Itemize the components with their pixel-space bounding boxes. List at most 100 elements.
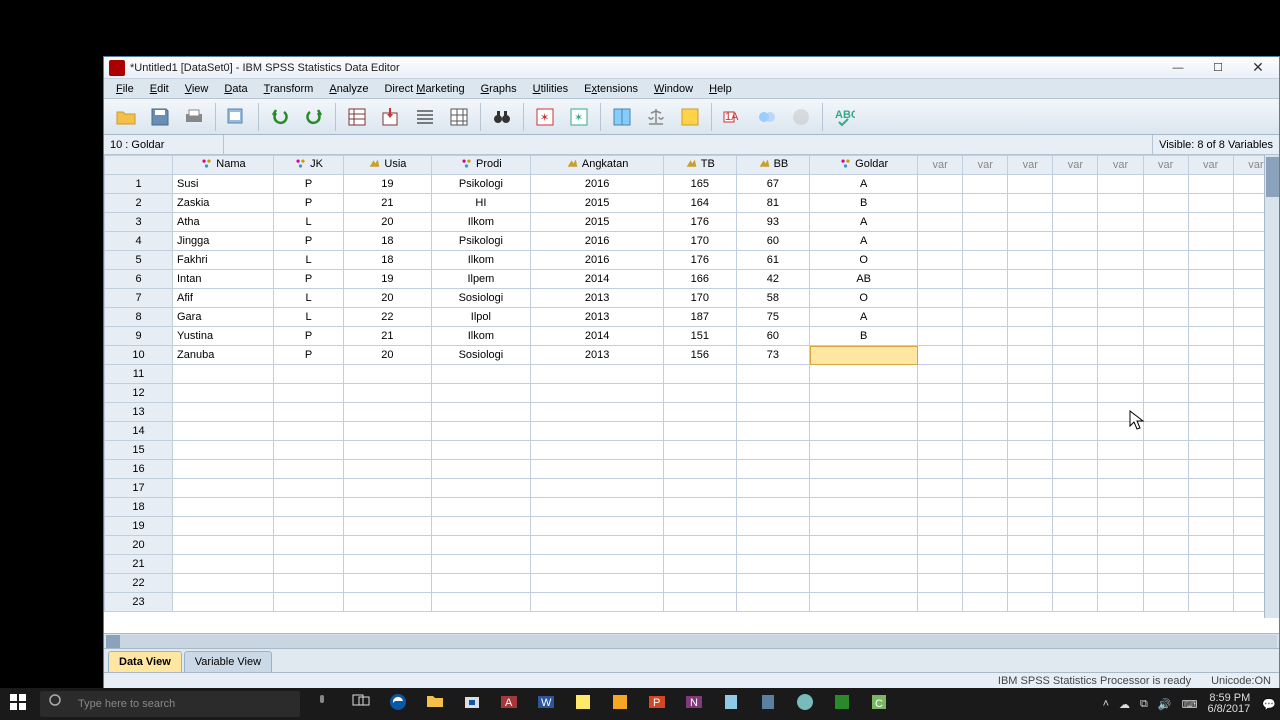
cell[interactable]: AB bbox=[810, 270, 918, 289]
cell[interactable]: 176 bbox=[664, 251, 737, 270]
cell[interactable] bbox=[1053, 555, 1098, 574]
cell[interactable] bbox=[531, 517, 664, 536]
row-header[interactable]: 5 bbox=[105, 251, 173, 270]
cell[interactable] bbox=[1008, 327, 1053, 346]
store-icon[interactable] bbox=[456, 689, 492, 719]
cell[interactable]: Ilkom bbox=[431, 327, 531, 346]
menu-graphs[interactable]: Graphs bbox=[473, 83, 525, 95]
cell[interactable] bbox=[173, 593, 274, 612]
cell[interactable] bbox=[1188, 517, 1233, 536]
access-icon[interactable]: A bbox=[493, 689, 529, 719]
cell[interactable] bbox=[173, 365, 274, 384]
app-icon-1[interactable] bbox=[604, 689, 640, 719]
use-sets-button[interactable] bbox=[751, 101, 783, 133]
cell[interactable] bbox=[173, 517, 274, 536]
cell[interactable]: 170 bbox=[664, 289, 737, 308]
cell[interactable] bbox=[344, 593, 431, 612]
cell[interactable] bbox=[1143, 289, 1188, 308]
titlebar[interactable]: *Untitled1 [DataSet0] - IBM SPSS Statist… bbox=[104, 57, 1279, 79]
cell[interactable] bbox=[918, 194, 963, 213]
tab-data-view[interactable]: Data View bbox=[108, 651, 182, 672]
cell[interactable]: 20 bbox=[344, 346, 431, 365]
cell[interactable] bbox=[531, 422, 664, 441]
column-header-var[interactable]: var bbox=[1143, 156, 1188, 175]
cell[interactable] bbox=[963, 232, 1008, 251]
cell[interactable] bbox=[963, 365, 1008, 384]
cell[interactable] bbox=[531, 460, 664, 479]
cell[interactable]: Jingga bbox=[173, 232, 274, 251]
row-header[interactable]: 17 bbox=[105, 479, 173, 498]
dialog-recall-button[interactable] bbox=[221, 101, 253, 133]
cell[interactable] bbox=[531, 479, 664, 498]
cell[interactable] bbox=[1098, 593, 1143, 612]
cell[interactable] bbox=[431, 536, 531, 555]
column-header-goldar[interactable]: Goldar bbox=[810, 156, 918, 175]
cell[interactable] bbox=[918, 365, 963, 384]
cell[interactable] bbox=[273, 498, 343, 517]
cell[interactable]: Gara bbox=[173, 308, 274, 327]
row-header[interactable]: 7 bbox=[105, 289, 173, 308]
cell[interactable] bbox=[918, 327, 963, 346]
cell[interactable]: 93 bbox=[736, 213, 810, 232]
cell[interactable] bbox=[810, 555, 918, 574]
column-header-var[interactable]: var bbox=[918, 156, 963, 175]
cell[interactable] bbox=[918, 346, 963, 365]
cell[interactable] bbox=[810, 517, 918, 536]
menu-file[interactable]: File bbox=[108, 83, 142, 95]
cell[interactable] bbox=[918, 251, 963, 270]
cell[interactable] bbox=[1143, 175, 1188, 194]
cell[interactable] bbox=[1188, 308, 1233, 327]
cell[interactable]: 156 bbox=[664, 346, 737, 365]
cell[interactable]: 2016 bbox=[531, 175, 664, 194]
row-header[interactable]: 4 bbox=[105, 232, 173, 251]
cell[interactable] bbox=[1053, 498, 1098, 517]
cell[interactable] bbox=[736, 422, 810, 441]
powerpoint-icon[interactable]: P bbox=[641, 689, 677, 719]
cell[interactable] bbox=[1143, 232, 1188, 251]
cell[interactable] bbox=[1188, 479, 1233, 498]
cell[interactable]: Psikologi bbox=[431, 232, 531, 251]
system-tray[interactable]: ˄ ☁ ⧉ 🔊 ⌨ 8:59 PM 6/8/2017 💬 bbox=[1103, 693, 1276, 715]
cell[interactable] bbox=[531, 365, 664, 384]
row-header[interactable]: 14 bbox=[105, 422, 173, 441]
cell[interactable]: L bbox=[273, 308, 343, 327]
cell[interactable] bbox=[344, 422, 431, 441]
cell[interactable] bbox=[963, 441, 1008, 460]
app-icon-3[interactable] bbox=[826, 689, 862, 719]
cell[interactable]: P bbox=[273, 327, 343, 346]
cell[interactable] bbox=[344, 498, 431, 517]
cell[interactable] bbox=[664, 479, 737, 498]
cell[interactable]: 170 bbox=[664, 232, 737, 251]
cell[interactable]: B bbox=[810, 194, 918, 213]
cell[interactable] bbox=[431, 574, 531, 593]
cell[interactable]: 21 bbox=[344, 194, 431, 213]
cell[interactable] bbox=[664, 574, 737, 593]
cell[interactable] bbox=[531, 593, 664, 612]
cell[interactable] bbox=[810, 460, 918, 479]
cell[interactable] bbox=[1188, 232, 1233, 251]
cell[interactable] bbox=[531, 536, 664, 555]
menu-direct-marketing[interactable]: Direct Marketing bbox=[376, 83, 472, 95]
cell[interactable] bbox=[1053, 289, 1098, 308]
cell[interactable] bbox=[918, 441, 963, 460]
cell[interactable] bbox=[963, 194, 1008, 213]
cell[interactable] bbox=[1008, 346, 1053, 365]
formula-bar[interactable] bbox=[224, 135, 1153, 154]
cell[interactable] bbox=[1143, 593, 1188, 612]
variables-button[interactable] bbox=[409, 101, 441, 133]
cell[interactable]: B bbox=[810, 327, 918, 346]
cell[interactable] bbox=[1098, 251, 1143, 270]
cell[interactable] bbox=[1098, 422, 1143, 441]
cell[interactable]: Zaskia bbox=[173, 194, 274, 213]
cell[interactable] bbox=[918, 403, 963, 422]
row-header[interactable]: 20 bbox=[105, 536, 173, 555]
cell[interactable] bbox=[918, 289, 963, 308]
cell[interactable]: L bbox=[273, 251, 343, 270]
cell[interactable] bbox=[273, 536, 343, 555]
goto-case-button[interactable] bbox=[341, 101, 373, 133]
menu-extensions[interactable]: Extensions bbox=[576, 83, 646, 95]
cell[interactable] bbox=[810, 441, 918, 460]
cell[interactable] bbox=[664, 441, 737, 460]
cell[interactable] bbox=[1098, 327, 1143, 346]
column-header-var[interactable]: var bbox=[1098, 156, 1143, 175]
